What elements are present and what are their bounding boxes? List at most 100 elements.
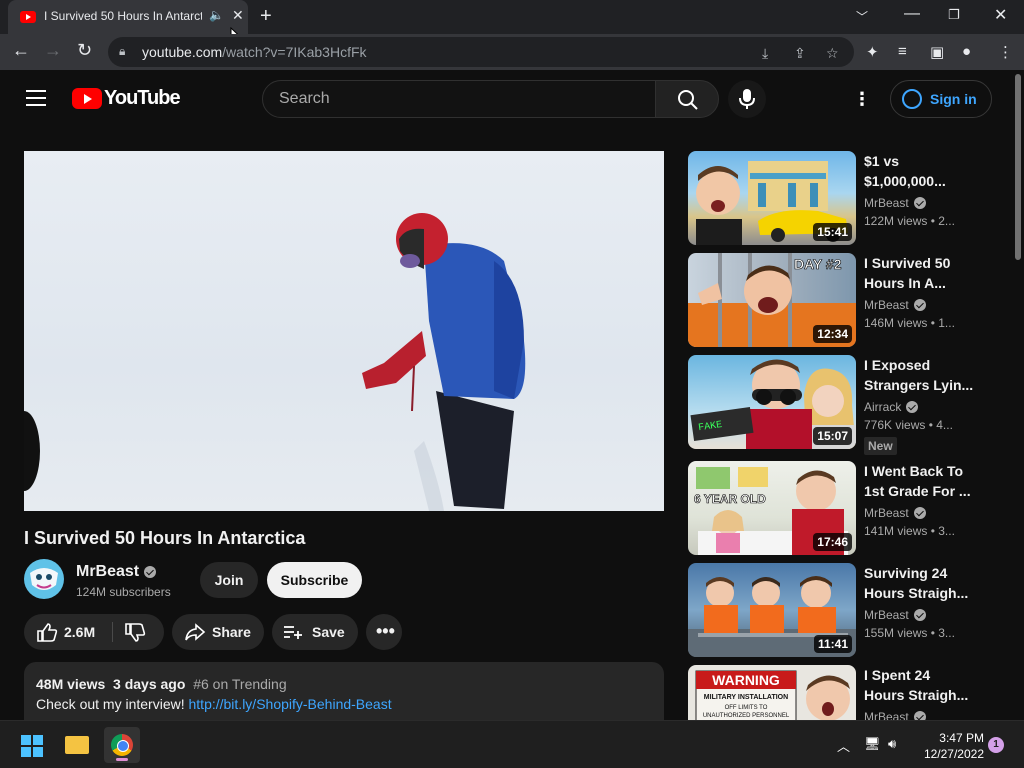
restore-icon[interactable]: ❐ — [948, 7, 960, 23]
youtube-favicon-icon — [20, 11, 36, 23]
file-explorer-icon[interactable] — [65, 736, 89, 754]
thumbnail-caption: MILITARY INSTALLATION — [704, 694, 788, 701]
sign-in-button[interactable]: Sign in — [890, 80, 992, 118]
url-text[interactable]: youtube.com/watch?v=7IKab3HcfFk — [142, 44, 367, 60]
related-video-item[interactable]: DAY #2 12:34 I Survived 50 Hours In A...… — [688, 253, 988, 347]
youtube-logo-text[interactable]: YouTube — [104, 87, 181, 110]
related-channel-name[interactable]: MrBeast — [864, 506, 926, 520]
more-horizontal-icon: ••• — [376, 621, 395, 641]
thumbs-down-icon[interactable] — [124, 623, 146, 643]
account-circle-icon — [902, 89, 922, 109]
close-window-icon[interactable]: ✕ — [994, 5, 1007, 25]
browser-tab-bar: I Survived 50 Hours In Antarctica 🔈 ✕ + … — [0, 0, 1024, 34]
like-divider — [112, 622, 113, 642]
scrollbar-thumb[interactable] — [1015, 74, 1021, 260]
reload-icon[interactable]: ↻ — [77, 40, 92, 61]
notification-badge[interactable]: 1 — [988, 737, 1004, 753]
like-count[interactable]: 2.6M — [64, 624, 95, 640]
share-button[interactable]: Share — [172, 614, 264, 650]
video-duration: 12:34 — [813, 325, 852, 343]
video-thumbnail[interactable]: DAY #2 12:34 — [688, 253, 856, 347]
join-button[interactable]: Join — [200, 562, 258, 598]
related-video-item[interactable]: 15:41 $1 vs $1,000,000... MrBeast 122M v… — [688, 151, 988, 245]
related-channel-name[interactable]: Airrack — [864, 400, 919, 414]
subscribe-button[interactable]: Subscribe — [267, 562, 362, 598]
profile-icon[interactable]: ● — [962, 43, 971, 60]
audio-playing-icon[interactable]: 🔈 — [209, 8, 224, 22]
thumbnail-caption: 6 YEAR OLD — [694, 492, 766, 506]
description-link[interactable]: http://bit.ly/Shopify-Behind-Beast — [189, 696, 392, 712]
thumbnail-art: WARNING MILITARY INSTALLATION OFF LIMITS… — [695, 670, 850, 720]
related-video-item[interactable]: WARNING MILITARY INSTALLATION OFF LIMITS… — [688, 665, 988, 720]
related-video-item[interactable]: 11:41 Surviving 24 Hours Straigh... MrBe… — [688, 563, 988, 657]
system-clock[interactable]: 3:47 PM 12/27/2022 — [912, 730, 984, 762]
tab-search-chevron-icon[interactable]: ﹀ — [856, 8, 868, 25]
related-channel-name[interactable]: MrBeast — [864, 298, 926, 312]
video-thumbnail[interactable]: 11:41 — [688, 563, 856, 657]
tab-title: I Survived 50 Hours In Antarctica — [44, 9, 202, 23]
hamburger-menu-icon[interactable] — [26, 90, 46, 106]
related-video-title[interactable]: Surviving 24 Hours Straigh... — [864, 563, 974, 603]
channel-name[interactable]: MrBeast — [76, 563, 157, 581]
video-thumbnail[interactable]: 6 YEAR OLD 17:46 — [688, 461, 856, 555]
browser-tab[interactable]: I Survived 50 Hours In Antarctica 🔈 ✕ — [8, 0, 248, 34]
media-controls-icon[interactable]: ≡ — [898, 43, 907, 60]
trending-link[interactable]: #6 on Trending — [193, 676, 286, 692]
new-badge: New — [864, 437, 897, 455]
channel-avatar[interactable] — [24, 559, 64, 599]
windows-start-icon[interactable] — [21, 735, 43, 757]
search-button[interactable] — [655, 80, 719, 118]
verified-badge-icon — [913, 197, 926, 209]
related-channel-name[interactable]: MrBeast — [864, 608, 926, 622]
verified-badge-icon — [913, 299, 926, 311]
settings-kebab-icon[interactable]: ⋮ — [852, 88, 872, 110]
video-duration: 17:46 — [813, 533, 852, 551]
related-video-meta: 776K views • 4... — [864, 418, 953, 432]
search-input[interactable]: Search — [262, 80, 656, 118]
more-actions-button[interactable]: ••• — [366, 614, 402, 650]
related-video-title[interactable]: I Spent 24 Hours Straigh... — [864, 665, 974, 705]
close-tab-icon[interactable]: ✕ — [232, 7, 244, 24]
bookmark-star-icon[interactable]: ☆ — [826, 45, 839, 62]
related-video-item[interactable]: FAKE 15:07 I Exposed Strangers Lyin... A… — [688, 355, 988, 455]
address-bar[interactable]: 🔒︎ youtube.com/watch?v=7IKab3HcfFk ⤓ ⇪ ☆ — [108, 37, 854, 67]
voice-search-button[interactable] — [728, 80, 766, 118]
forward-arrow-icon[interactable]: → — [44, 40, 62, 61]
thumbs-up-icon[interactable] — [36, 622, 58, 642]
page-scrollbar[interactable] — [1012, 70, 1024, 720]
description-box[interactable]: 48M views 3 days ago #6 on Trending Chec… — [24, 662, 664, 720]
related-video-title[interactable]: $1 vs $1,000,000... — [864, 151, 974, 191]
youtube-logo-icon[interactable] — [72, 88, 102, 109]
video-title: I Survived 50 Hours In Antarctica — [24, 528, 306, 548]
description-text: Check out my interview! http://bit.ly/Sh… — [36, 696, 392, 712]
video-thumbnail[interactable]: 15:41 — [688, 151, 856, 245]
extensions-puzzle-icon[interactable]: ✦ — [866, 43, 879, 61]
save-button[interactable]: Save — [272, 614, 358, 650]
related-video-title[interactable]: I Exposed Strangers Lyin... — [864, 355, 974, 395]
back-arrow-icon[interactable]: ← — [12, 40, 30, 61]
verified-badge-icon — [144, 566, 157, 578]
chrome-menu-icon[interactable]: ⋮ — [998, 43, 1013, 61]
tray-chevron-up-icon[interactable]: ︿ — [837, 736, 850, 755]
windows-taskbar: ︿ 🖥︎ 🔊︎ 3:47 PM 12/27/2022 1 — [0, 720, 1024, 768]
video-thumbnail[interactable]: WARNING MILITARY INSTALLATION OFF LIMITS… — [688, 665, 856, 720]
new-tab-button[interactable]: + — [260, 5, 272, 28]
video-thumbnail[interactable]: FAKE 15:07 — [688, 355, 856, 449]
chrome-taskbar-icon[interactable] — [104, 727, 140, 763]
share-page-icon[interactable]: ⇪ — [794, 45, 806, 62]
verified-badge-icon — [913, 507, 926, 519]
related-video-title[interactable]: I Went Back To 1st Grade For ... — [864, 461, 974, 501]
video-meta: 48M views 3 days ago #6 on Trending — [36, 676, 287, 692]
install-app-icon[interactable]: ⤓ — [762, 45, 768, 62]
related-channel-name[interactable]: MrBeast — [864, 710, 926, 720]
lock-icon[interactable]: 🔒︎ — [119, 44, 125, 59]
related-video-title[interactable]: I Survived 50 Hours In A... — [864, 253, 974, 293]
side-panel-icon[interactable]: ▣ — [930, 43, 944, 61]
volume-icon[interactable]: 🔊︎ — [888, 736, 896, 752]
minimize-icon[interactable]: — — [904, 5, 920, 23]
network-icon[interactable]: 🖥︎ — [864, 736, 881, 752]
related-channel-name[interactable]: MrBeast — [864, 196, 926, 210]
related-video-item[interactable]: 6 YEAR OLD 17:46 I Went Back To 1st Grad… — [688, 461, 988, 555]
youtube-header: YouTube Search ⋮ Sign in — [0, 70, 1012, 126]
video-player[interactable] — [24, 151, 664, 511]
